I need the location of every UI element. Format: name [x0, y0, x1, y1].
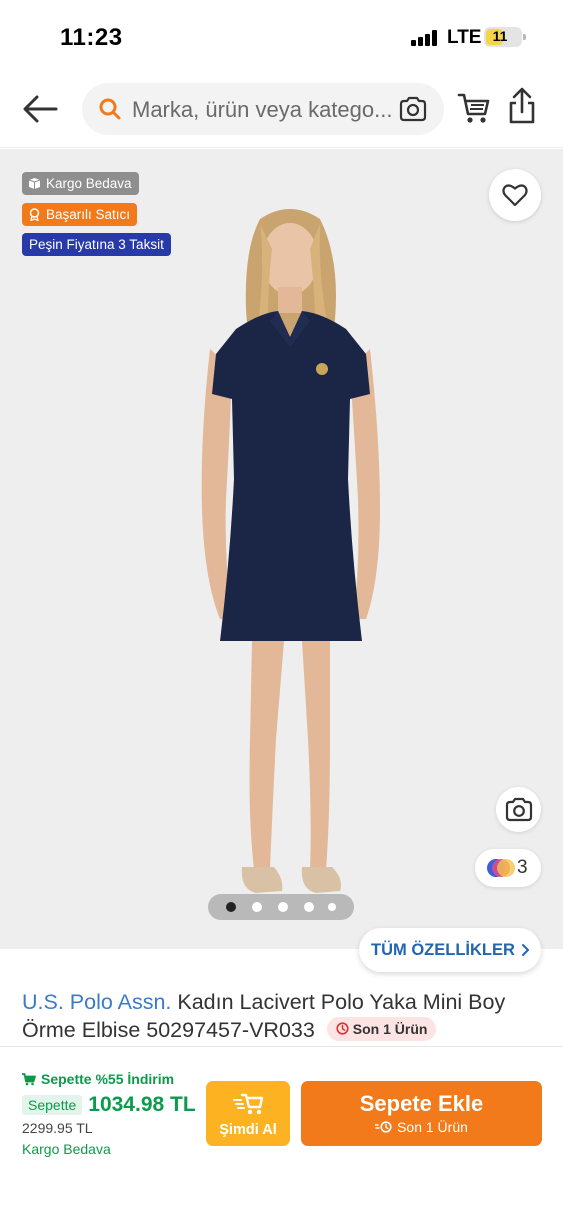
fast-cart-icon: [233, 1093, 264, 1115]
award-icon: [29, 208, 40, 221]
discount-text: Sepette %55 İndirim: [41, 1071, 175, 1087]
share-button[interactable]: [506, 86, 538, 126]
network-label: LTE: [447, 27, 482, 48]
chevron-right-icon: [521, 944, 530, 956]
cart-price: Sepette 1034.98 TL: [22, 1093, 196, 1117]
pagination-dot[interactable]: [226, 902, 236, 912]
clock-icon: [375, 1121, 392, 1133]
cart-button[interactable]: [456, 90, 492, 126]
status-bar: 11:23 LTE 11: [0, 0, 563, 72]
share-icon: [509, 87, 535, 124]
camera-search-icon[interactable]: [398, 95, 428, 123]
stock-badge: Son 1 Ürün: [326, 1016, 437, 1041]
box-icon: [28, 178, 41, 189]
final-price: 1034.98 TL: [88, 1093, 196, 1116]
cart-price-tag: Sepette: [22, 1095, 83, 1115]
badge-free-shipping: Kargo Bedava: [22, 172, 139, 195]
purchase-bar: Sepette %55 İndirim Sepette 1034.98 TL 2…: [0, 1046, 563, 1219]
product-image[interactable]: [160, 179, 420, 909]
badge-cargo-label: Kargo Bedava: [46, 176, 132, 191]
cart-icon: [22, 1072, 36, 1085]
pagination-dot[interactable]: [304, 902, 314, 912]
battery-icon: 11: [484, 27, 526, 47]
badge-successful-seller: Başarılı Satıcı: [22, 203, 138, 226]
signal-icon: [411, 30, 441, 46]
search-bar[interactable]: Marka, ürün veya katego...: [82, 83, 444, 135]
old-price: 2299.95 TL: [22, 1120, 93, 1136]
search-header: Marka, ürün veya katego...: [0, 72, 563, 148]
badge-seller-label: Başarılı Satıcı: [46, 207, 131, 222]
pagination-dot[interactable]: [252, 902, 262, 912]
heart-icon: [502, 184, 528, 207]
buy-now-button[interactable]: Şimdi Al: [206, 1081, 290, 1146]
product-title: U.S. Polo Assn. Kadın Lacivert Polo Yaka…: [22, 988, 542, 1044]
brand-link[interactable]: U.S. Polo Assn.: [22, 990, 171, 1014]
add-to-cart-stock: Son 1 Ürün: [397, 1119, 468, 1135]
camera-icon: [505, 797, 533, 822]
stock-badge-label: Son 1 Ürün: [352, 1020, 428, 1037]
search-input[interactable]: Marka, ürün veya katego...: [132, 97, 396, 123]
color-count: 3: [517, 857, 528, 878]
all-features-button[interactable]: TÜM ÖZELLİKLER: [359, 928, 541, 972]
pagination-dot[interactable]: [278, 902, 288, 912]
add-to-cart-label: Sepete Ekle: [359, 1091, 484, 1116]
pagination-dot[interactable]: [328, 903, 336, 911]
favorite-button[interactable]: [489, 169, 541, 221]
add-to-cart-button[interactable]: Sepete Ekle Son 1 Ürün: [301, 1081, 542, 1146]
cart-discount: Sepette %55 İndirim: [22, 1071, 174, 1087]
cart-icon: [457, 93, 490, 123]
badge-taksit-label: Peşin Fiyatına 3 Taksit: [29, 237, 164, 252]
search-icon: [99, 98, 121, 120]
badge-installment: Peşin Fiyatına 3 Taksit: [22, 233, 171, 256]
back-button[interactable]: [20, 92, 60, 126]
clock-icon: [336, 1022, 349, 1035]
status-time: 11:23: [60, 24, 123, 51]
all-features-label: TÜM ÖZELLİKLER: [371, 940, 515, 959]
add-to-cart-subtext: Son 1 Ürün: [301, 1119, 542, 1135]
battery-level: 11: [492, 28, 508, 44]
color-swatch-icon: [487, 859, 515, 877]
product-gallery[interactable]: Kargo Bedava Başarılı Satıcı Peşin Fiyat…: [0, 149, 563, 949]
color-options-button[interactable]: 3: [475, 849, 541, 887]
image-pagination[interactable]: [208, 894, 354, 920]
free-shipping-text: Kargo Bedava: [22, 1141, 111, 1157]
buy-now-label: Şimdi Al: [219, 1122, 277, 1138]
visual-search-button[interactable]: [496, 787, 541, 832]
back-arrow-icon: [23, 95, 58, 123]
